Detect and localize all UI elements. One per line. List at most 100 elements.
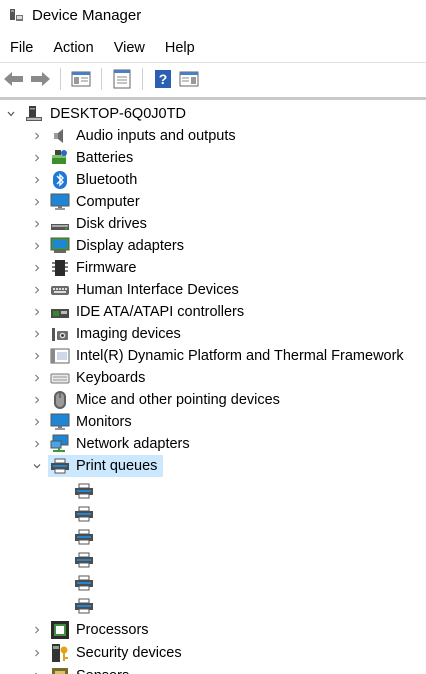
svg-text:?: ? — [159, 71, 168, 87]
print-queue-item[interactable] — [74, 549, 100, 571]
chevron-right-icon[interactable] — [32, 213, 42, 235]
chevron-down-icon[interactable] — [32, 455, 42, 477]
monitor-icon — [50, 192, 70, 212]
chevron-right-icon[interactable] — [32, 235, 42, 257]
menu-action[interactable]: Action — [43, 36, 103, 60]
tree-item-display-adapters[interactable]: Display adapters — [32, 235, 184, 257]
chevron-right-icon[interactable] — [32, 147, 42, 169]
tree-item-disk-drives[interactable]: Disk drives — [32, 213, 147, 235]
chevron-right-icon[interactable] — [32, 389, 42, 411]
chevron-right-icon[interactable] — [32, 345, 42, 367]
tree-item-mice[interactable]: Mice and other pointing devices — [32, 389, 280, 411]
tree-item-bluetooth[interactable]: Bluetooth — [32, 169, 137, 191]
tree-item-label: Mice and other pointing devices — [76, 392, 280, 408]
chevron-right-icon[interactable] — [32, 279, 42, 301]
forward-button[interactable] — [28, 67, 52, 91]
print-queue-item[interactable] — [74, 595, 100, 617]
tree-item-print-queues[interactable]: Print queues — [32, 455, 164, 477]
chevron-right-icon[interactable] — [32, 411, 42, 433]
chevron-right-icon[interactable] — [32, 619, 42, 641]
menu-help[interactable]: Help — [155, 36, 205, 60]
properties-button[interactable] — [110, 67, 134, 91]
tree-item-label: IDE ATA/ATAPI controllers — [76, 304, 245, 320]
tree-item-label: Keyboards — [76, 370, 146, 386]
tree-item-label: Network adapters — [76, 436, 190, 452]
sensor-icon — [50, 666, 70, 674]
print-queue-item[interactable] — [74, 503, 100, 525]
toolbar: ? — [0, 62, 426, 94]
tree-item-label: Intel(R) Dynamic Platform and Thermal Fr… — [76, 348, 404, 364]
toolbar-separator — [60, 67, 61, 90]
tree-item-label: Monitors — [76, 414, 132, 430]
keyboard-icon — [50, 368, 70, 388]
firmware-icon — [50, 258, 70, 278]
chevron-right-icon[interactable] — [32, 125, 42, 147]
speaker-icon — [50, 126, 70, 146]
tree-item-audio[interactable]: Audio inputs and outputs — [32, 125, 236, 147]
help-icon: ? — [155, 69, 171, 88]
tree-item-label: Computer — [76, 194, 140, 210]
tree-item-monitors[interactable]: Monitors — [32, 411, 132, 433]
menu-file[interactable]: File — [0, 36, 43, 60]
help-button[interactable]: ? — [151, 67, 175, 91]
tree-root-label: DESKTOP-6Q0J0TD — [50, 106, 186, 122]
tree-item-label: Disk drives — [76, 216, 147, 232]
tree-item-label: Bluetooth — [76, 172, 138, 188]
console-tree-icon — [71, 71, 91, 86]
arrow-left-icon — [4, 71, 23, 86]
tree-root[interactable]: DESKTOP-6Q0J0TD — [6, 103, 186, 125]
tree-item-computer[interactable]: Computer — [32, 191, 140, 213]
chevron-right-icon[interactable] — [32, 323, 42, 345]
show-hide-console-tree-button[interactable] — [69, 67, 93, 91]
battery-icon — [50, 148, 70, 168]
print-queue-item[interactable] — [74, 572, 100, 594]
chevron-down-icon[interactable] — [6, 103, 16, 125]
print-queue-item[interactable] — [74, 526, 100, 548]
mouse-icon — [50, 390, 70, 410]
tree-item-label: Print queues — [76, 458, 158, 474]
disk-drive-icon — [50, 214, 70, 234]
properties-icon — [113, 69, 131, 88]
bluetooth-icon — [50, 170, 70, 190]
selected-label-highlight: Print queues — [48, 455, 164, 477]
camera-icon — [50, 324, 70, 344]
tree-item-intel-dptf[interactable]: Intel(R) Dynamic Platform and Thermal Fr… — [32, 345, 404, 367]
tree-item-label: Firmware — [76, 260, 137, 276]
menu-view[interactable]: View — [104, 36, 155, 60]
printer-icon — [74, 481, 94, 501]
chevron-right-icon[interactable] — [32, 191, 42, 213]
toolbar-separator — [142, 67, 143, 90]
tree-item-processors[interactable]: Processors — [32, 619, 149, 641]
security-key-icon — [50, 643, 70, 663]
chevron-right-icon[interactable] — [32, 642, 42, 664]
tree-item-network-adapters[interactable]: Network adapters — [32, 433, 190, 455]
printer-icon — [74, 596, 94, 616]
tree-item-hid[interactable]: Human Interface Devices — [32, 279, 239, 301]
chevron-right-icon[interactable] — [32, 665, 42, 674]
tree-item-batteries[interactable]: Batteries — [32, 147, 133, 169]
title-bar: Device Manager — [0, 0, 426, 30]
chevron-right-icon[interactable] — [32, 169, 42, 191]
tree-item-imaging-devices[interactable]: Imaging devices — [32, 323, 181, 345]
tree-item-keyboards[interactable]: Keyboards — [32, 367, 145, 389]
tree-item-security-devices[interactable]: Security devices — [32, 642, 182, 664]
tree-item-label: Sensors — [76, 665, 129, 674]
window-title: Device Manager — [32, 6, 142, 24]
chevron-right-icon[interactable] — [32, 367, 42, 389]
print-queue-item[interactable] — [74, 480, 100, 502]
tree-item-ide-controllers[interactable]: IDE ATA/ATAPI controllers — [32, 301, 244, 323]
back-button[interactable] — [2, 67, 26, 91]
toolbar-separator — [101, 67, 102, 90]
tree-item-sensors[interactable]: Sensors — [32, 665, 129, 674]
chevron-right-icon[interactable] — [32, 257, 42, 279]
hid-icon — [50, 280, 70, 300]
show-hide-action-pane-button[interactable] — [177, 67, 201, 91]
chevron-right-icon[interactable] — [32, 433, 42, 455]
arrow-right-icon — [31, 71, 50, 86]
tree-item-firmware[interactable]: Firmware — [32, 257, 136, 279]
tree-item-label: Audio inputs and outputs — [76, 128, 236, 144]
printer-icon — [50, 456, 70, 476]
display-adapter-icon — [50, 236, 70, 256]
device-manager-icon — [8, 7, 24, 23]
chevron-right-icon[interactable] — [32, 301, 42, 323]
